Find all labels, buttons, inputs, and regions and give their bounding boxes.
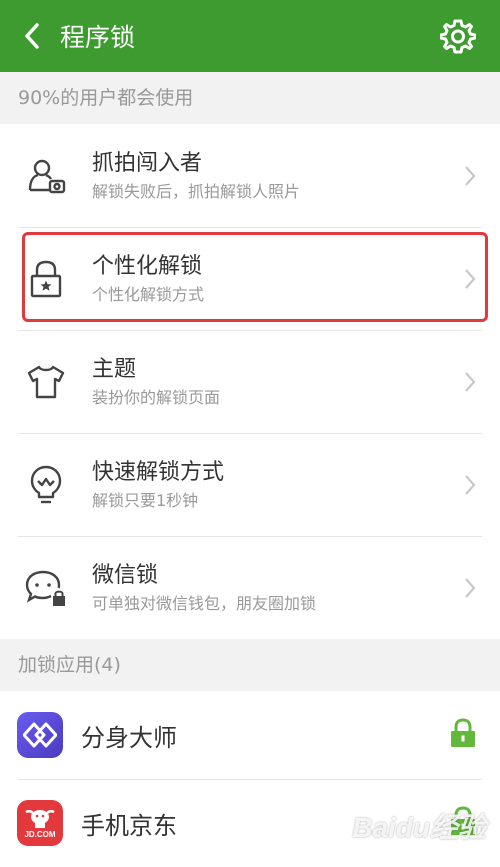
feature-list: 抓拍闯入者 解锁失败后，抓拍解锁人照片 个性化解锁 个性化解锁方式 主题 装扮你… <box>0 124 500 639</box>
list-item-intruder-capture[interactable]: 抓拍闯入者 解锁失败后，抓拍解锁人照片 <box>0 124 500 227</box>
page-title: 程序锁 <box>60 23 136 52</box>
section-header-locked-apps: 加锁应用(4) <box>0 639 500 691</box>
personalized-lock-icon <box>0 259 92 299</box>
back-button[interactable] <box>0 0 64 72</box>
item-title: 微信锁 <box>92 562 159 588</box>
lock-toggle[interactable] <box>450 718 476 752</box>
item-title: 个性化解锁 <box>92 253 203 279</box>
chevron-right-icon <box>450 164 490 188</box>
tshirt-icon <box>0 364 92 400</box>
app-name: 分身大师 <box>81 723 177 752</box>
jd-app-icon: JD.COM <box>17 800 63 846</box>
wechat-lock-icon <box>0 568 92 608</box>
section-header-features: 90%的用户都会使用 <box>0 72 500 124</box>
item-title: 快速解锁方式 <box>92 459 225 485</box>
item-subtitle: 装扮你的解锁页面 <box>92 387 221 407</box>
gear-icon <box>440 19 476 54</box>
list-item-quick-unlock[interactable]: 快速解锁方式 解锁只要1秒钟 <box>0 433 500 536</box>
lightbulb-icon <box>0 464 92 506</box>
jd-icon-label: JD.COM <box>24 829 56 839</box>
item-subtitle: 解锁只要1秒钟 <box>92 490 199 510</box>
chevron-right-icon <box>450 576 490 600</box>
intruder-photo-icon <box>0 156 92 196</box>
chevron-right-icon <box>450 473 490 497</box>
item-subtitle: 个性化解锁方式 <box>92 284 205 304</box>
chevron-right-icon <box>450 267 490 291</box>
list-item-wechat-lock[interactable]: 微信锁 可单独对微信钱包，朋友圈加锁 <box>0 536 500 639</box>
list-item-theme[interactable]: 主题 装扮你的解锁页面 <box>0 330 500 433</box>
chevron-left-icon <box>25 23 39 49</box>
app-bar: 程序锁 <box>0 0 500 72</box>
item-subtitle: 可单独对微信钱包，朋友圈加锁 <box>92 593 317 613</box>
chevron-right-icon <box>450 370 490 394</box>
item-title: 抓拍闯入者 <box>92 150 203 176</box>
list-item-personalized-unlock[interactable]: 个性化解锁 个性化解锁方式 <box>0 227 500 330</box>
item-subtitle: 解锁失败后，抓拍解锁人照片 <box>92 181 301 201</box>
item-title: 主题 <box>92 356 137 382</box>
fenshen-dashi-app-icon <box>17 712 63 758</box>
lock-icon <box>451 718 475 747</box>
watermark: Baidu经验 <box>352 812 486 843</box>
app-item-fenshen-dashi[interactable]: 分身大师 <box>0 691 500 779</box>
settings-button[interactable] <box>436 14 480 58</box>
